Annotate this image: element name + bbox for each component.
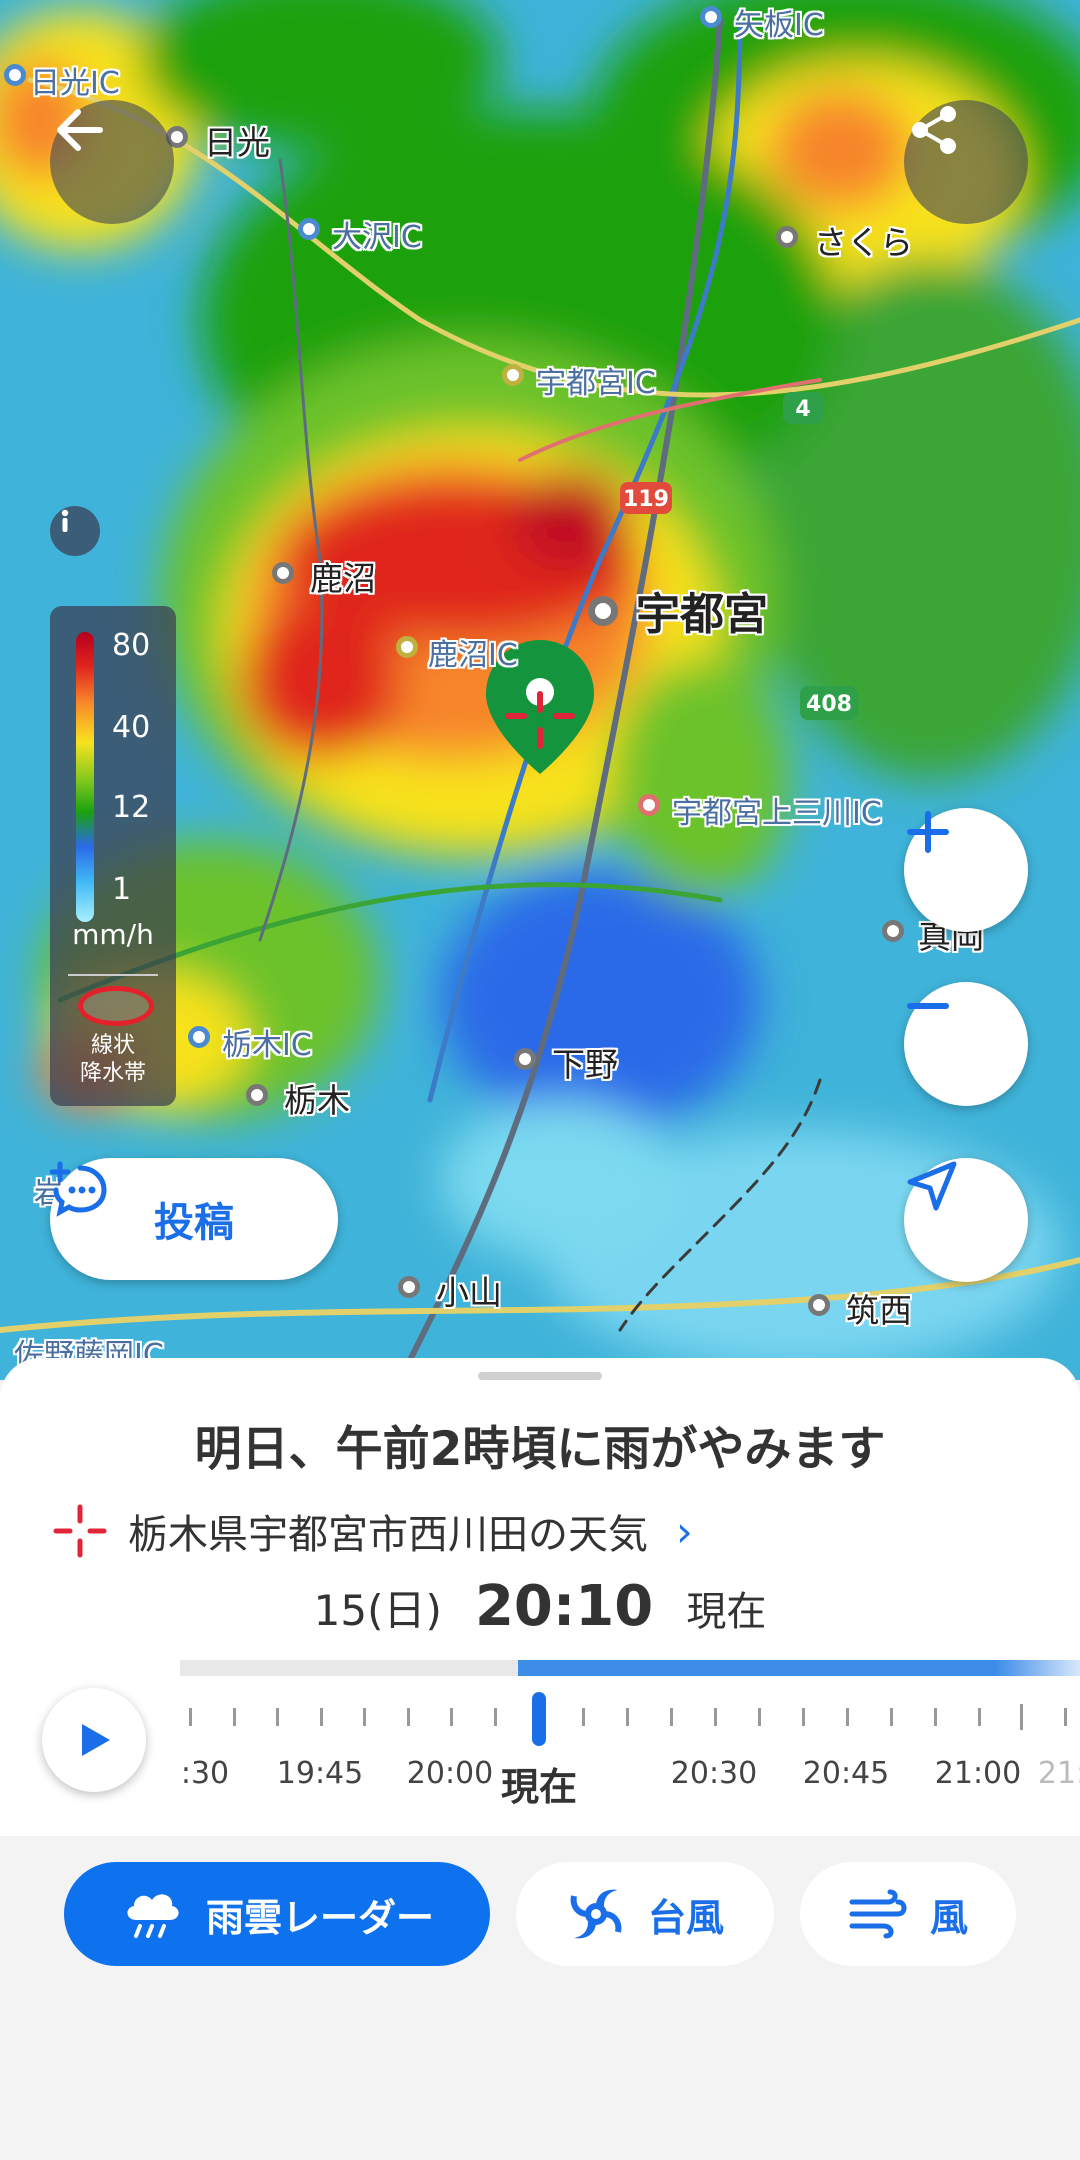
post-button-label: 投稿	[154, 1200, 234, 1246]
place-dot	[246, 1084, 268, 1106]
tab-rain-radar-label: 雨雲レーダー	[205, 1895, 434, 1940]
legend-tick-80: 80	[112, 628, 151, 663]
place-dot	[298, 218, 320, 240]
place-dot	[4, 64, 26, 86]
current-time: 20:10	[474, 1574, 654, 1639]
post-button[interactable]: 投稿	[50, 1158, 338, 1280]
place-label-tochigi: 栃木	[284, 1081, 350, 1120]
typhoon-icon	[570, 1889, 622, 1939]
legend-linear-band-label: 線状 降水帯	[79, 1033, 146, 1086]
place-dot	[514, 1048, 536, 1070]
place-dot	[396, 636, 418, 658]
rain-forecast-headline: 明日、午前2時頃に雨がやみます	[194, 1422, 886, 1477]
rain-legend[interactable]: 80 40 12 1 mm/h 線状 降水帯	[50, 606, 176, 1106]
timeline-label: 20:30	[670, 1756, 758, 1791]
place-dot	[398, 1276, 420, 1298]
legend-divider	[68, 974, 158, 976]
play-button[interactable]	[42, 1688, 146, 1792]
place-label-nikko-ic: 日光IC	[30, 66, 120, 101]
place-label-utsunomiya: 宇都宮	[636, 589, 768, 640]
current-now-label: 現在	[686, 1589, 767, 1635]
info-button[interactable]	[50, 506, 100, 556]
place-label-osawa-ic: 大沢IC	[332, 220, 422, 255]
place-dot	[638, 794, 660, 816]
timeline-label: 19:45	[276, 1756, 364, 1791]
play-icon	[82, 1724, 110, 1756]
place-dot	[808, 1294, 830, 1316]
layer-tabs: 雨雲レーダー 台風 風	[0, 1836, 1080, 2160]
location-name: 栃木県宇都宮市西川田の天気	[128, 1512, 648, 1558]
timeline-label: 21:00	[934, 1756, 1022, 1791]
place-label-tochigi-ic: 栃木IC	[222, 1028, 312, 1063]
crosshair-icon	[53, 1504, 107, 1558]
place-label-utsunomiya-ic: 宇都宮IC	[536, 366, 656, 401]
timeline-forecast-range	[518, 1660, 1080, 1676]
tab-rain-radar[interactable]: 雨雲レーダー	[64, 1862, 490, 1966]
navigation-arrow-icon	[907, 1161, 957, 1211]
sheet-drag-handle[interactable]	[478, 1372, 602, 1380]
zoom-in-button[interactable]	[904, 808, 1028, 932]
legend-tick-40: 40	[112, 710, 151, 745]
timeline-label: 20:45	[802, 1756, 890, 1791]
place-dot	[776, 226, 798, 248]
post-bubble-icon	[50, 1161, 107, 1217]
place-label-shimotsuke: 下野	[552, 1045, 618, 1084]
timeline-label: 20:00	[406, 1756, 494, 1791]
share-icon	[912, 106, 956, 154]
route-408-label: 408	[806, 692, 852, 717]
location-link[interactable]: 栃木県宇都宮市西川田の天気 ›	[52, 1502, 693, 1560]
place-dot	[272, 562, 294, 584]
zoom-out-button[interactable]	[904, 982, 1028, 1106]
tab-wind-label: 風	[929, 1895, 968, 1940]
legend-unit: mm/h	[72, 918, 154, 951]
tab-typhoon-label: 台風	[647, 1895, 724, 1940]
legend-color-scale	[76, 632, 94, 922]
place-label-chikusei: 筑西	[846, 1291, 912, 1330]
place-label-kanuma-ic: 鹿沼IC	[428, 638, 518, 673]
timeline-label: :30	[180, 1756, 230, 1791]
place-dot	[502, 364, 524, 386]
tab-wind[interactable]: 風	[800, 1862, 1016, 1966]
back-button[interactable]	[50, 100, 174, 224]
current-time-display: 15(日) 20:10 現在	[0, 1574, 1080, 1639]
chevron-right-icon: ›	[676, 1506, 693, 1556]
current-day: 15(日)	[313, 1586, 442, 1635]
legend-tick-1: 1	[112, 872, 132, 907]
legend-tick-12: 12	[112, 790, 151, 825]
share-button[interactable]	[904, 100, 1028, 224]
route-119-label: 119	[623, 487, 669, 512]
place-label-utsunomiya-kaminokawa-ic: 宇都宮上三川IC	[672, 796, 882, 831]
rain-radar-map[interactable]: 4 119 408 日光IC 日光 矢板IC 大沢IC さくら 宇都宮IC 鹿沼…	[0, 0, 1080, 1380]
place-dot	[588, 596, 618, 626]
minus-icon	[907, 1003, 949, 1009]
tab-typhoon[interactable]: 台風	[516, 1862, 774, 1966]
timeline-cursor-label: 現在	[500, 1765, 578, 1809]
current-location-button[interactable]	[904, 1158, 1028, 1282]
rain-cloud-icon	[127, 1894, 179, 1938]
timeline-cursor[interactable]	[532, 1692, 546, 1746]
place-dot	[882, 920, 904, 942]
route-4-label: 4	[795, 397, 810, 422]
linear-band-icon	[78, 986, 154, 1026]
place-label-yaita-ic: 矢板IC	[734, 8, 824, 43]
place-dot	[700, 6, 722, 28]
arrow-left-icon	[57, 109, 103, 151]
place-dot	[188, 1026, 210, 1048]
info-icon	[61, 509, 69, 532]
place-label-kanuma: 鹿沼	[310, 559, 376, 598]
plus-icon	[907, 811, 949, 853]
place-label-nikko: 日光	[204, 123, 270, 162]
timeline-label: 21:	[1037, 1756, 1080, 1791]
place-label-oyama: 小山	[436, 1273, 502, 1312]
wind-icon	[849, 1889, 907, 1939]
place-label-sakura: さくら	[814, 223, 913, 262]
